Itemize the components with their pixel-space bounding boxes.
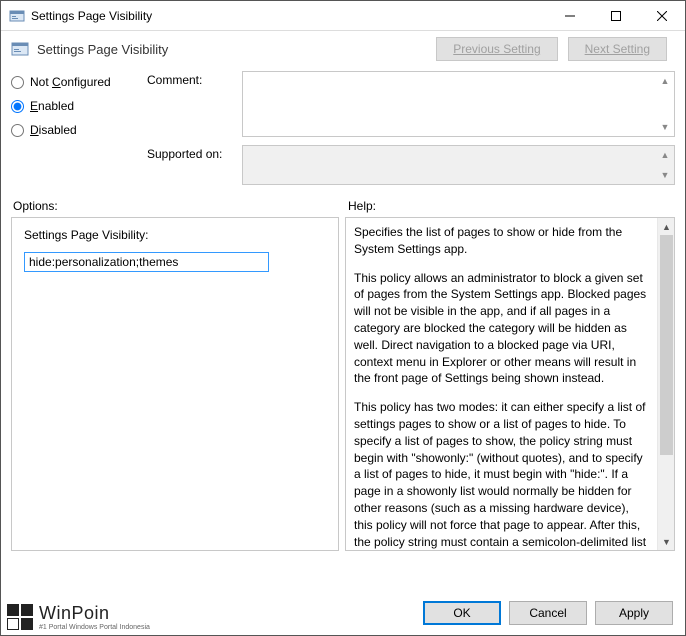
help-paragraph: This policy has two modes: it can either…: [354, 399, 649, 550]
state-radio-group: Not Configured Enabled Disabled: [11, 71, 141, 193]
scrollbar-thumb[interactable]: [660, 235, 673, 455]
help-scrollbar[interactable]: ▲ ▼: [657, 218, 674, 550]
watermark: WinPoin #1 Portal Windows Portal Indones…: [7, 603, 150, 631]
supported-on-box: ▲ ▼: [242, 145, 675, 185]
watermark-text: WinPoin: [39, 603, 150, 624]
help-section-label: Help:: [348, 199, 376, 213]
scroll-up-icon[interactable]: ▲: [658, 218, 675, 235]
scroll-up-icon[interactable]: ▲: [657, 73, 673, 89]
ok-button[interactable]: OK: [423, 601, 501, 625]
help-paragraph: Specifies the list of pages to show or h…: [354, 224, 649, 258]
scroll-up-icon[interactable]: ▲: [657, 147, 673, 163]
visibility-input[interactable]: [24, 252, 269, 272]
page-title: Settings Page Visibility: [37, 42, 436, 57]
watermark-logo-icon: [7, 604, 33, 630]
window-controls: [547, 1, 685, 31]
dialog-buttons: OK Cancel Apply: [423, 601, 673, 625]
comment-textarea[interactable]: ▲ ▼: [242, 71, 675, 137]
titlebar: Settings Page Visibility: [1, 1, 685, 31]
scroll-down-icon[interactable]: ▼: [658, 533, 675, 550]
help-panel: Specifies the list of pages to show or h…: [345, 217, 675, 551]
next-setting-button[interactable]: Next Setting: [568, 37, 667, 61]
not-configured-radio[interactable]: [11, 76, 24, 89]
help-text: Specifies the list of pages to show or h…: [346, 218, 657, 550]
scroll-down-icon[interactable]: ▼: [657, 119, 673, 135]
visibility-field-label: Settings Page Visibility:: [24, 228, 326, 242]
help-paragraph: This policy allows an administrator to b…: [354, 270, 649, 388]
maximize-button[interactable]: [593, 1, 639, 31]
disabled-radio[interactable]: [11, 124, 24, 137]
options-panel: Settings Page Visibility:: [11, 217, 339, 551]
not-configured-label[interactable]: Not Configured: [30, 75, 111, 89]
scroll-down-icon[interactable]: ▼: [657, 167, 673, 183]
watermark-subtext: #1 Portal Windows Portal Indonesia: [39, 624, 150, 631]
enabled-radio[interactable]: [11, 100, 24, 113]
apply-button[interactable]: Apply: [595, 601, 673, 625]
app-icon: [9, 8, 25, 24]
policy-icon: [11, 40, 29, 58]
comment-label: Comment:: [147, 71, 242, 137]
header-row: Settings Page Visibility Previous Settin…: [1, 31, 685, 71]
supported-on-label: Supported on:: [147, 145, 242, 185]
previous-setting-button[interactable]: Previous Setting: [436, 37, 557, 61]
enabled-label[interactable]: Enabled: [30, 99, 74, 113]
disabled-label[interactable]: Disabled: [30, 123, 77, 137]
close-button[interactable]: [639, 1, 685, 31]
options-section-label: Options:: [13, 199, 348, 213]
window-title: Settings Page Visibility: [31, 9, 547, 23]
minimize-button[interactable]: [547, 1, 593, 31]
cancel-button[interactable]: Cancel: [509, 601, 587, 625]
